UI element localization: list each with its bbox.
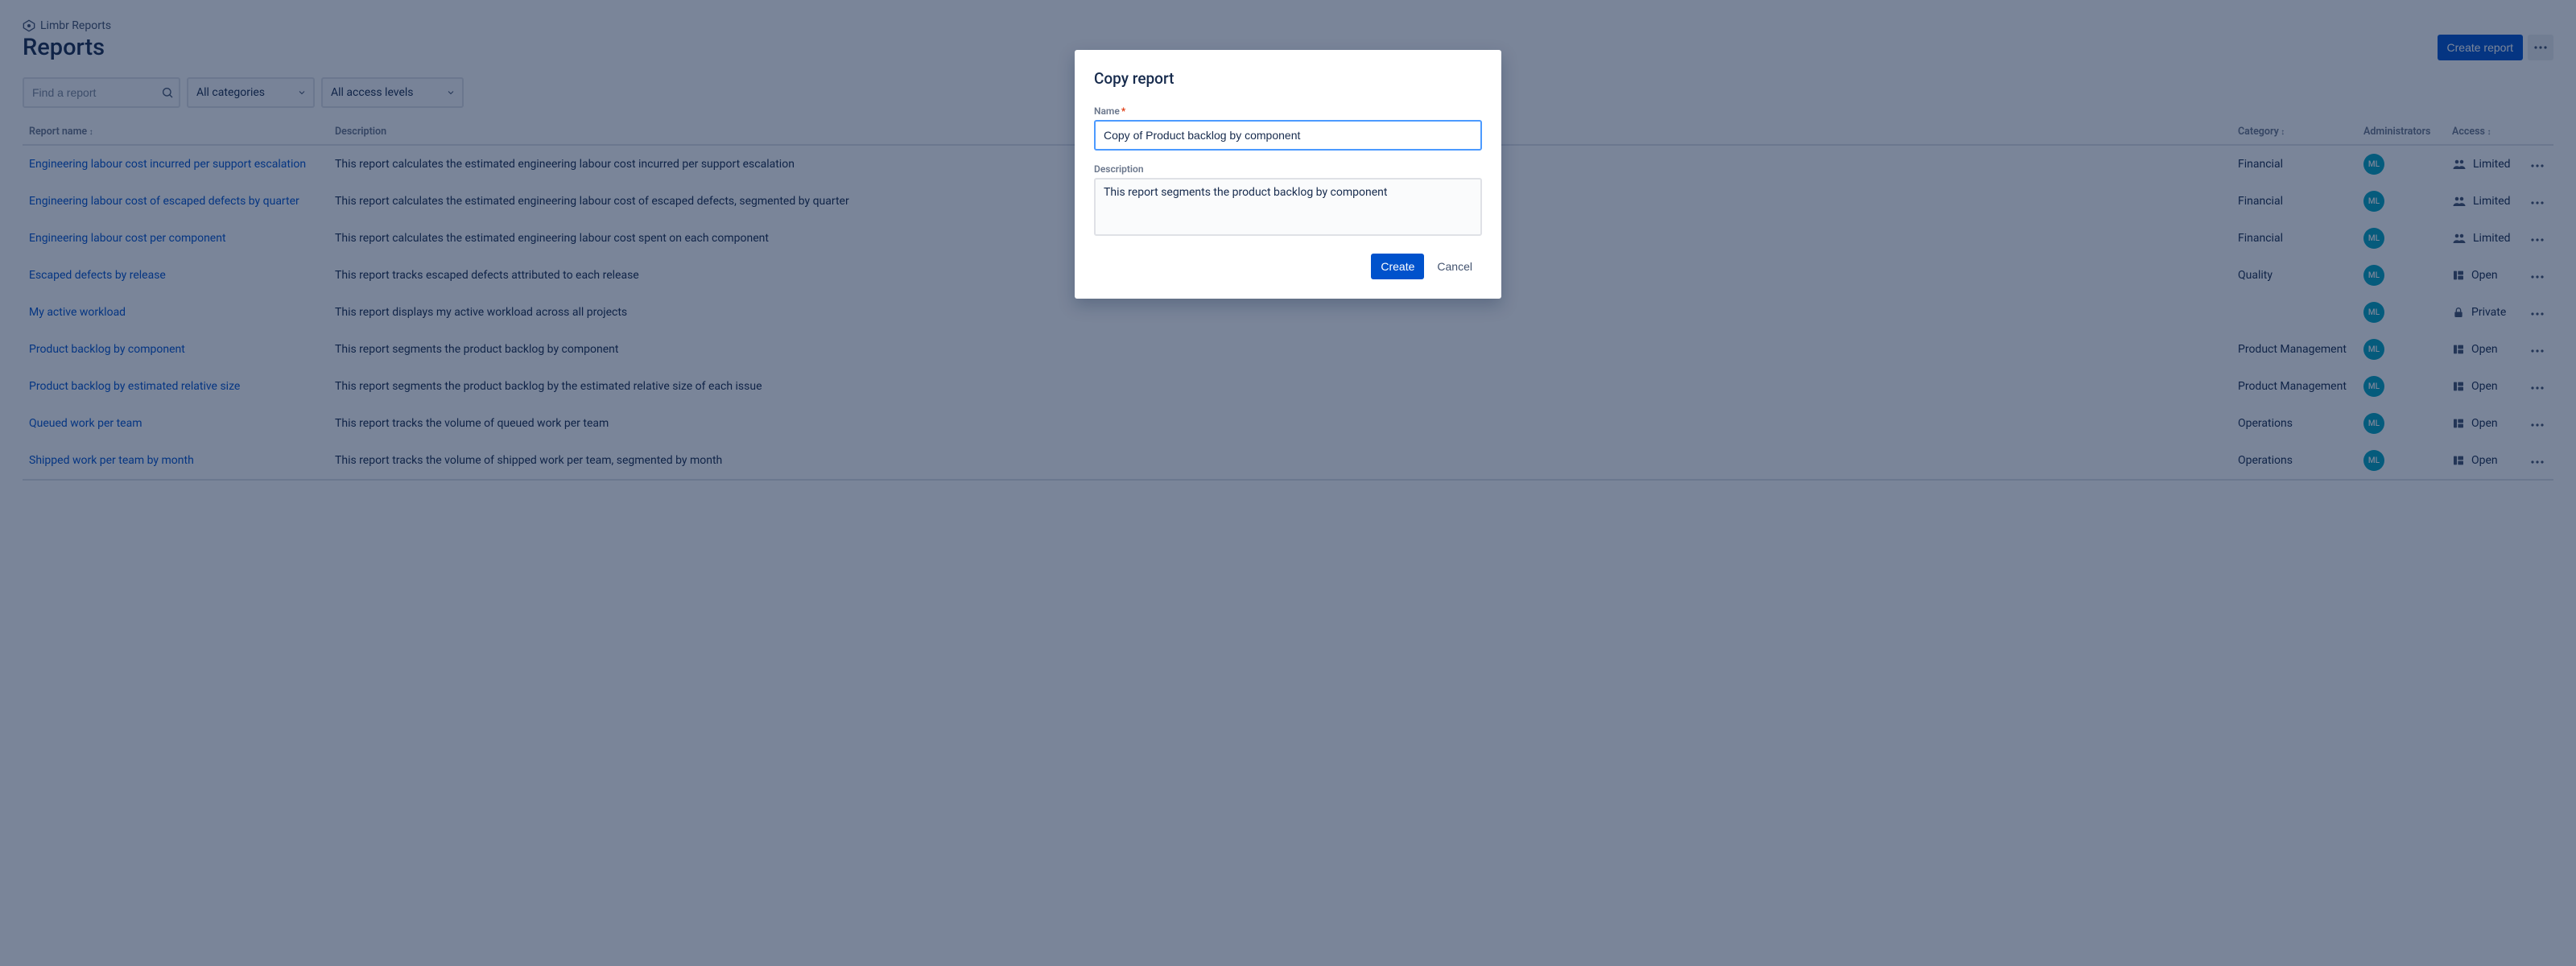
description-field-label: Description — [1094, 163, 1482, 175]
modal-title: Copy report — [1094, 69, 1482, 88]
create-button[interactable]: Create — [1371, 254, 1424, 279]
name-field-label: Name* — [1094, 105, 1482, 117]
name-input[interactable] — [1094, 120, 1482, 151]
cancel-button[interactable]: Cancel — [1427, 254, 1482, 279]
description-input[interactable] — [1094, 178, 1482, 236]
copy-report-modal: Copy report Name* Description Create Can… — [1075, 50, 1501, 299]
